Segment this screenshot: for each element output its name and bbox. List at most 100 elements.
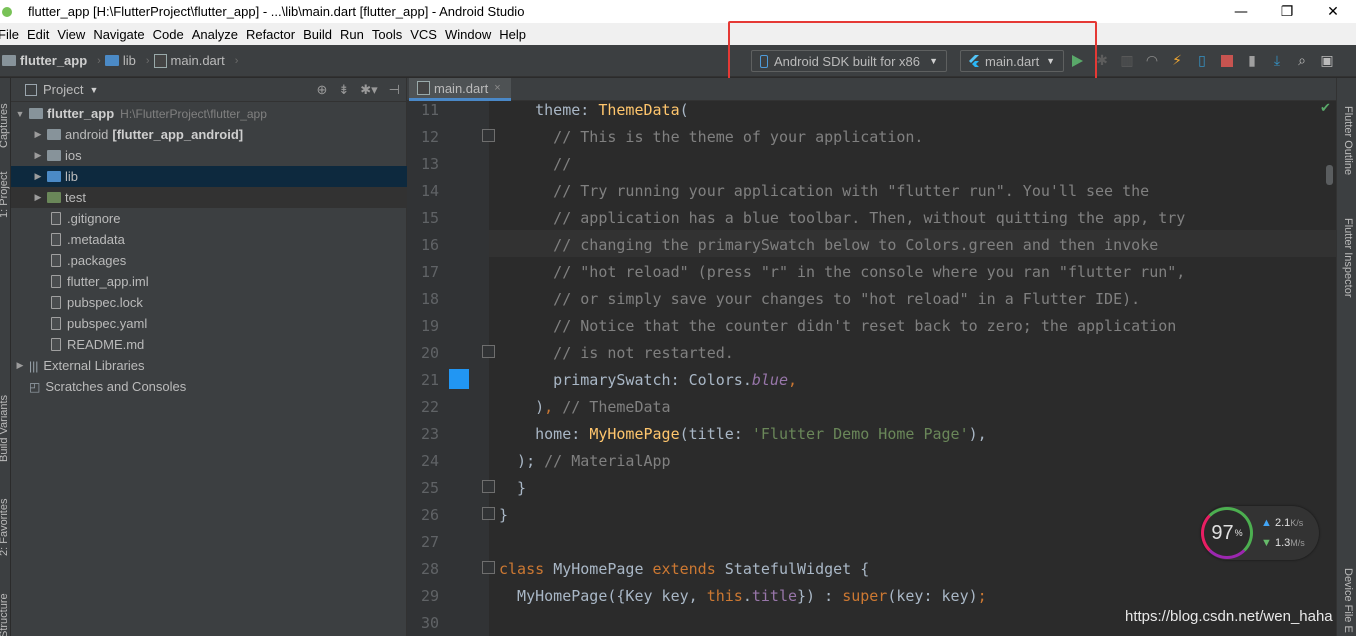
tree-label: test: [65, 190, 86, 205]
user-icon[interactable]: ▣: [1318, 51, 1336, 71]
tree-row-file[interactable]: pubspec.lock: [11, 292, 407, 313]
debug-icon[interactable]: ✱: [1093, 51, 1111, 71]
run-config-label: main.dart: [985, 53, 1040, 69]
tree-row-file[interactable]: README.md: [11, 334, 407, 355]
hot-reload-icon[interactable]: ⚡: [1168, 51, 1186, 71]
test-folder-icon: [47, 192, 61, 203]
tree-row-file[interactable]: .packages: [11, 250, 407, 271]
file-icon: [51, 317, 61, 330]
restore-button[interactable]: ❐: [1264, 0, 1310, 23]
sync-icon[interactable]: ▮: [1243, 51, 1261, 71]
tree-label: Scratches and Consoles: [45, 379, 187, 394]
stop-icon[interactable]: [1218, 51, 1236, 71]
line-number: 17: [420, 263, 439, 281]
editor-tab-bar: main.dart ×: [407, 78, 1336, 101]
apply-changes-icon[interactable]: ▯: [1193, 51, 1211, 71]
tree-row-root[interactable]: ▼ flutter_app H:\FlutterProject\flutter_…: [11, 103, 407, 124]
breadcrumb-file[interactable]: main.dart: [153, 53, 225, 68]
menu-tools[interactable]: Tools: [368, 27, 406, 42]
folder-icon: [2, 55, 16, 66]
tree-row-file[interactable]: .gitignore: [11, 208, 407, 229]
chevron-down-icon[interactable]: ▼: [89, 85, 98, 95]
menu-edit[interactable]: Edit: [23, 27, 53, 42]
tool-captures[interactable]: Captures: [0, 103, 10, 148]
breadcrumb-file-label: main.dart: [170, 53, 225, 68]
tree-row-external-libraries[interactable]: ▶ ||| External Libraries: [11, 355, 407, 376]
tool-device-file-explorer[interactable]: Device File E: [1342, 568, 1354, 633]
tree-row-lib[interactable]: ▶ lib: [11, 166, 407, 187]
folder-icon: [104, 55, 119, 66]
menu-build[interactable]: Build: [299, 27, 336, 42]
expand-right-icon: ▶: [34, 150, 42, 160]
tool-project[interactable]: 1: Project: [0, 172, 10, 218]
file-icon: [51, 254, 61, 267]
expand-down-icon: ▼: [15, 108, 25, 119]
project-panel-title[interactable]: Project: [43, 82, 83, 97]
menu-window[interactable]: Window: [441, 27, 495, 42]
tree-row-scratches[interactable]: ◰ Scratches and Consoles: [11, 376, 407, 397]
fold-marker-icon[interactable]: [482, 480, 495, 493]
close-button[interactable]: ✕: [1310, 0, 1356, 23]
fold-marker-icon[interactable]: [482, 561, 495, 574]
code-line: // Notice that the counter didn't reset …: [499, 317, 1177, 335]
run-icon[interactable]: [1068, 51, 1086, 71]
expand-right-icon: ▶: [34, 192, 42, 202]
menu-refactor[interactable]: Refactor: [242, 27, 299, 42]
line-number: 18: [420, 290, 439, 308]
code-line: // "hot reload" (press "r" in the consol…: [499, 263, 1186, 281]
library-icon: |||: [29, 358, 39, 373]
menu-analyze[interactable]: Analyze: [188, 27, 242, 42]
code-line: primarySwatch: Colors.blue,: [499, 371, 798, 389]
line-number: 23: [420, 425, 439, 443]
tree-row-file[interactable]: pubspec.yaml: [11, 313, 407, 334]
collapse-icon[interactable]: ⇟: [338, 82, 349, 98]
code-line: MyHomePage({Key key, this.title}) : supe…: [499, 587, 987, 605]
menu-run[interactable]: Run: [336, 27, 368, 42]
sdk-manager-icon[interactable]: ⤓: [1268, 51, 1286, 71]
project-view-icon: [25, 83, 37, 96]
locate-icon[interactable]: ⊕: [316, 82, 327, 98]
file-icon: [51, 275, 61, 288]
menu-bar: File Edit View Navigate Code Analyze Ref…: [0, 23, 1356, 45]
gear-icon[interactable]: ✱▾: [360, 82, 377, 98]
menu-navigate[interactable]: Navigate: [89, 27, 148, 42]
breadcrumb-folder[interactable]: lib: [104, 53, 136, 68]
line-number: 25: [420, 479, 439, 497]
fold-marker-icon[interactable]: [482, 345, 495, 358]
breadcrumb-project[interactable]: flutter_app: [2, 53, 87, 68]
device-selector[interactable]: Android SDK built for x86 ▼: [751, 50, 947, 72]
close-tab-icon[interactable]: ×: [494, 82, 500, 94]
color-preview-swatch[interactable]: [449, 369, 469, 389]
tree-row-file[interactable]: flutter_app.iml: [11, 271, 407, 292]
coverage-icon[interactable]: ▥: [1118, 51, 1136, 71]
download-unit: M/s: [1290, 538, 1305, 548]
menu-view[interactable]: View: [53, 27, 89, 42]
hide-icon[interactable]: ⊣: [389, 82, 400, 98]
dart-file-icon: [417, 81, 430, 95]
tool-structure[interactable]: Structure: [0, 593, 10, 636]
profile-icon[interactable]: ◠: [1143, 51, 1161, 71]
run-config-selector[interactable]: main.dart ▼: [960, 50, 1064, 72]
fold-marker-icon[interactable]: [482, 129, 495, 142]
fold-marker-icon[interactable]: [482, 507, 495, 520]
menu-help[interactable]: Help: [495, 27, 530, 42]
chevron-down-icon: ▼: [929, 56, 938, 66]
tool-build-variants[interactable]: Build Variants: [0, 395, 10, 462]
menu-vcs[interactable]: VCS: [406, 27, 441, 42]
tree-row-ios[interactable]: ▶ ios: [11, 145, 407, 166]
tool-flutter-outline[interactable]: Flutter Outline: [1342, 106, 1354, 175]
menu-file[interactable]: File: [0, 27, 23, 42]
minimize-button[interactable]: —: [1218, 0, 1264, 23]
tree-row-file[interactable]: .metadata: [11, 229, 407, 250]
tab-main-dart[interactable]: main.dart ×: [409, 78, 511, 101]
tool-flutter-inspector[interactable]: Flutter Inspector: [1342, 218, 1354, 297]
line-number: 11: [420, 101, 439, 119]
tree-row-test[interactable]: ▶ test: [11, 187, 407, 208]
editor-scrollbar[interactable]: [1326, 165, 1333, 185]
tree-row-android[interactable]: ▶ android [flutter_app_android]: [11, 124, 407, 145]
chevron-right-icon: ›: [97, 54, 101, 67]
search-icon[interactable]: ⌕: [1293, 51, 1311, 71]
tool-favorites[interactable]: 2: Favorites: [0, 499, 10, 556]
menu-code[interactable]: Code: [149, 27, 188, 42]
project-panel-header: Project ▼ ⊕ ⇟ ✱▾ ⊣: [11, 78, 406, 102]
